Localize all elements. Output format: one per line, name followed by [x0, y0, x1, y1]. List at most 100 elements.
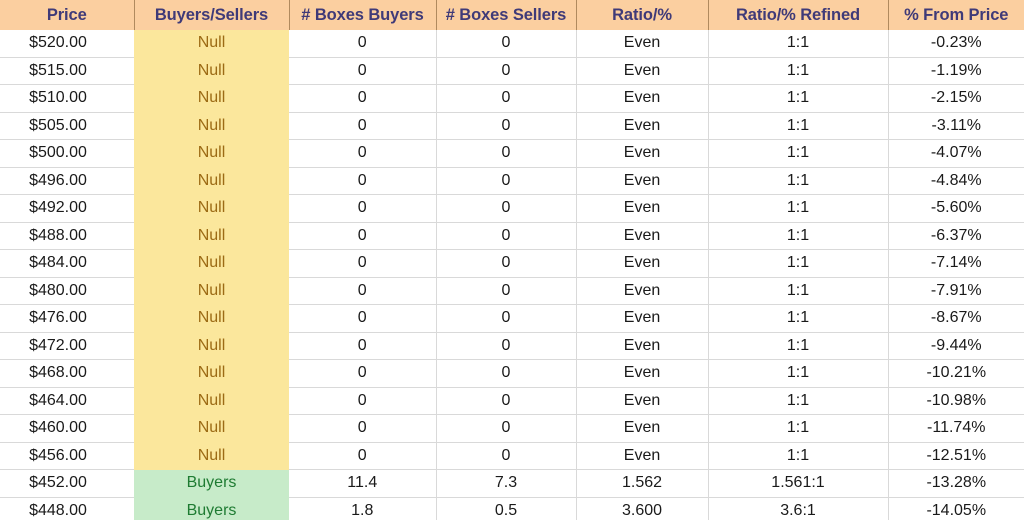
- cell-buyers-sellers[interactable]: Buyers: [134, 497, 289, 520]
- cell-boxes-sellers[interactable]: 0: [436, 414, 577, 443]
- cell-ratio-refined[interactable]: 1:1: [708, 30, 889, 58]
- cell-ratio[interactable]: Even: [576, 387, 709, 415]
- table-row[interactable]: $452.00 Buyers 11.4 7.3 1.562 1.561:1 -13.28%: [0, 469, 1024, 498]
- cell-ratio-refined[interactable]: 1:1: [708, 84, 889, 113]
- cell-price[interactable]: $505.00: [0, 112, 134, 140]
- table-row[interactable]: $456.00 Null 0 0 Even 1:1 -12.51%: [0, 442, 1024, 470]
- cell-buyers-sellers[interactable]: Null: [134, 249, 289, 278]
- table-row[interactable]: $492.00 Null 0 0 Even 1:1 -5.60%: [0, 194, 1024, 223]
- cell-buyers-sellers[interactable]: Null: [134, 194, 289, 223]
- column-header-boxes-buyers[interactable]: # Boxes Buyers: [289, 0, 437, 30]
- cell-buyers-sellers[interactable]: Null: [134, 57, 289, 85]
- cell-percent-from-price[interactable]: -4.84%: [888, 167, 1024, 195]
- cell-percent-from-price[interactable]: -6.37%: [888, 222, 1024, 250]
- cell-price[interactable]: $456.00: [0, 442, 134, 470]
- table-row[interactable]: $472.00 Null 0 0 Even 1:1 -9.44%: [0, 332, 1024, 360]
- table-row[interactable]: $476.00 Null 0 0 Even 1:1 -8.67%: [0, 304, 1024, 333]
- cell-ratio[interactable]: Even: [576, 167, 709, 195]
- cell-boxes-sellers[interactable]: 0: [436, 139, 577, 168]
- cell-ratio-refined[interactable]: 1:1: [708, 277, 889, 305]
- table-row[interactable]: $505.00 Null 0 0 Even 1:1 -3.11%: [0, 112, 1024, 140]
- cell-boxes-sellers[interactable]: 0: [436, 359, 577, 388]
- cell-ratio[interactable]: Even: [576, 57, 709, 85]
- column-header-percent-from-price[interactable]: % From Price: [888, 0, 1024, 30]
- cell-buyers-sellers[interactable]: Null: [134, 222, 289, 250]
- table-row[interactable]: $484.00 Null 0 0 Even 1:1 -7.14%: [0, 249, 1024, 278]
- cell-buyers-sellers[interactable]: Null: [134, 167, 289, 195]
- cell-ratio[interactable]: Even: [576, 277, 709, 305]
- cell-buyers-sellers[interactable]: Null: [134, 112, 289, 140]
- cell-boxes-buyers[interactable]: 0: [289, 30, 437, 58]
- table-row[interactable]: $480.00 Null 0 0 Even 1:1 -7.91%: [0, 277, 1024, 305]
- column-header-ratio-refined[interactable]: Ratio/% Refined: [708, 0, 889, 30]
- table-row[interactable]: $500.00 Null 0 0 Even 1:1 -4.07%: [0, 139, 1024, 168]
- cell-price[interactable]: $492.00: [0, 194, 134, 223]
- table-row[interactable]: $460.00 Null 0 0 Even 1:1 -11.74%: [0, 414, 1024, 443]
- table-row[interactable]: $488.00 Null 0 0 Even 1:1 -6.37%: [0, 222, 1024, 250]
- table-row[interactable]: $510.00 Null 0 0 Even 1:1 -2.15%: [0, 84, 1024, 113]
- cell-buyers-sellers[interactable]: Null: [134, 414, 289, 443]
- cell-price[interactable]: $476.00: [0, 304, 134, 333]
- cell-price[interactable]: $460.00: [0, 414, 134, 443]
- cell-buyers-sellers[interactable]: Null: [134, 84, 289, 113]
- cell-ratio[interactable]: 1.562: [576, 469, 709, 498]
- cell-buyers-sellers[interactable]: Null: [134, 359, 289, 388]
- cell-buyers-sellers[interactable]: Null: [134, 387, 289, 415]
- cell-ratio[interactable]: Even: [576, 332, 709, 360]
- cell-ratio[interactable]: Even: [576, 442, 709, 470]
- cell-price[interactable]: $510.00: [0, 84, 134, 113]
- cell-price[interactable]: $488.00: [0, 222, 134, 250]
- cell-price[interactable]: $464.00: [0, 387, 134, 415]
- cell-percent-from-price[interactable]: -11.74%: [888, 414, 1024, 443]
- cell-ratio[interactable]: Even: [576, 84, 709, 113]
- cell-percent-from-price[interactable]: -10.98%: [888, 387, 1024, 415]
- cell-boxes-buyers[interactable]: 0: [289, 249, 437, 278]
- cell-ratio[interactable]: Even: [576, 139, 709, 168]
- cell-percent-from-price[interactable]: -0.23%: [888, 30, 1024, 58]
- cell-boxes-sellers[interactable]: 0: [436, 277, 577, 305]
- cell-percent-from-price[interactable]: -14.05%: [888, 497, 1024, 520]
- cell-ratio-refined[interactable]: 1:1: [708, 304, 889, 333]
- cell-buyers-sellers[interactable]: Null: [134, 332, 289, 360]
- cell-percent-from-price[interactable]: -10.21%: [888, 359, 1024, 388]
- cell-boxes-buyers[interactable]: 0: [289, 194, 437, 223]
- cell-boxes-buyers[interactable]: 0: [289, 112, 437, 140]
- table-row[interactable]: $496.00 Null 0 0 Even 1:1 -4.84%: [0, 167, 1024, 195]
- cell-buyers-sellers[interactable]: Null: [134, 139, 289, 168]
- cell-buyers-sellers[interactable]: Null: [134, 277, 289, 305]
- cell-buyers-sellers[interactable]: Null: [134, 30, 289, 58]
- cell-percent-from-price[interactable]: -8.67%: [888, 304, 1024, 333]
- cell-ratio[interactable]: Even: [576, 414, 709, 443]
- cell-percent-from-price[interactable]: -7.14%: [888, 249, 1024, 278]
- cell-percent-from-price[interactable]: -2.15%: [888, 84, 1024, 113]
- cell-price[interactable]: $496.00: [0, 167, 134, 195]
- cell-ratio-refined[interactable]: 1:1: [708, 194, 889, 223]
- cell-ratio-refined[interactable]: 1:1: [708, 167, 889, 195]
- cell-ratio[interactable]: Even: [576, 222, 709, 250]
- table-row[interactable]: $515.00 Null 0 0 Even 1:1 -1.19%: [0, 57, 1024, 85]
- cell-percent-from-price[interactable]: -7.91%: [888, 277, 1024, 305]
- cell-boxes-sellers[interactable]: 0: [436, 30, 577, 58]
- cell-boxes-buyers[interactable]: 0: [289, 387, 437, 415]
- cell-ratio-refined[interactable]: 1:1: [708, 332, 889, 360]
- cell-boxes-buyers[interactable]: 1.8: [289, 497, 437, 520]
- cell-ratio-refined[interactable]: 1:1: [708, 387, 889, 415]
- cell-ratio-refined[interactable]: 1:1: [708, 222, 889, 250]
- cell-buyers-sellers[interactable]: Null: [134, 442, 289, 470]
- cell-ratio-refined[interactable]: 1:1: [708, 112, 889, 140]
- cell-boxes-sellers[interactable]: 0: [436, 332, 577, 360]
- cell-ratio[interactable]: Even: [576, 30, 709, 58]
- cell-boxes-buyers[interactable]: 0: [289, 359, 437, 388]
- cell-ratio-refined[interactable]: 1:1: [708, 57, 889, 85]
- cell-boxes-buyers[interactable]: 0: [289, 332, 437, 360]
- cell-ratio[interactable]: Even: [576, 112, 709, 140]
- cell-buyers-sellers[interactable]: Null: [134, 304, 289, 333]
- cell-percent-from-price[interactable]: -13.28%: [888, 469, 1024, 498]
- cell-ratio-refined[interactable]: 1:1: [708, 359, 889, 388]
- cell-boxes-buyers[interactable]: 0: [289, 442, 437, 470]
- cell-price[interactable]: $472.00: [0, 332, 134, 360]
- cell-ratio-refined[interactable]: 3.6:1: [708, 497, 889, 520]
- cell-boxes-buyers[interactable]: 11.4: [289, 469, 437, 498]
- cell-price[interactable]: $500.00: [0, 139, 134, 168]
- cell-ratio[interactable]: Even: [576, 359, 709, 388]
